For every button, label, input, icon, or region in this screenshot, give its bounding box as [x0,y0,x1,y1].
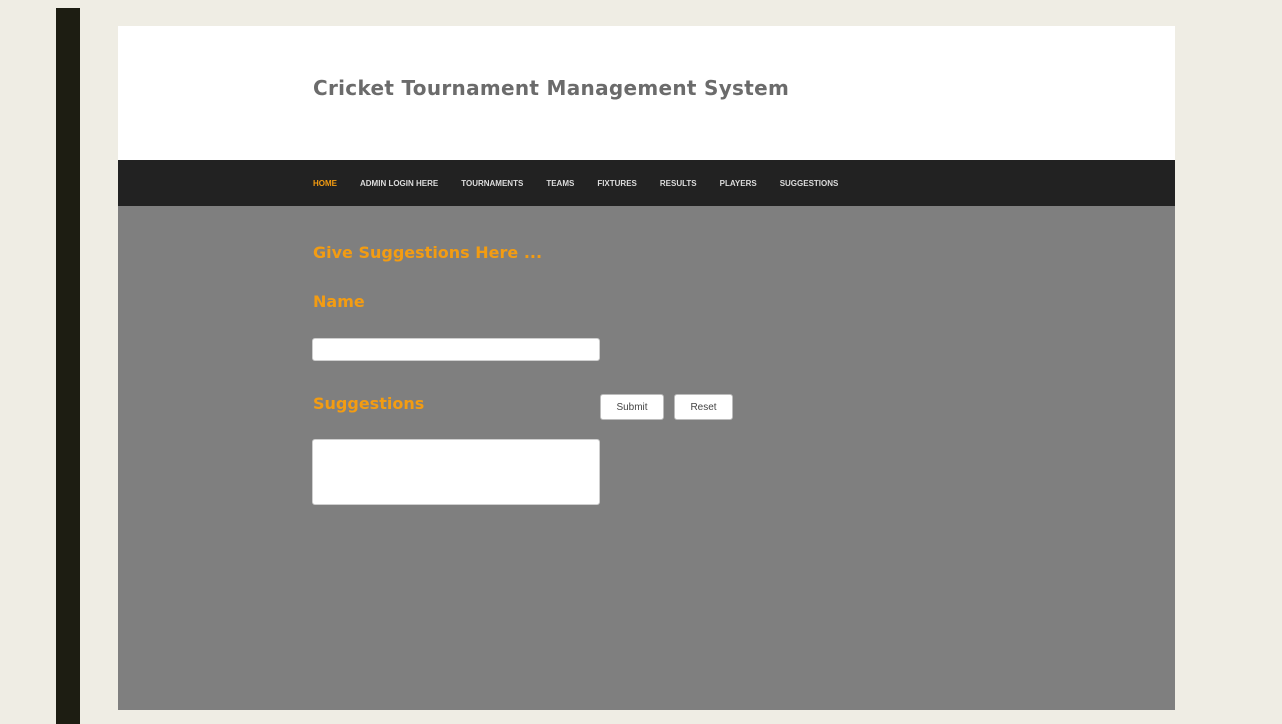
reset-button[interactable]: Reset [674,394,733,420]
main-nav: HOME ADMIN LOGIN HERE TOURNAMENTS TEAMS … [118,160,1175,206]
name-input[interactable] [312,338,600,361]
nav-item-teams[interactable]: TEAMS [546,179,574,188]
nav-list: HOME ADMIN LOGIN HERE TOURNAMENTS TEAMS … [313,160,861,206]
name-label: Name [313,292,365,311]
submit-button[interactable]: Submit [600,394,664,420]
suggestions-textarea[interactable] [312,439,600,505]
suggestions-label: Suggestions [313,394,425,413]
left-decorative-bar [56,8,80,724]
nav-item-suggestions[interactable]: SUGGESTIONS [780,179,839,188]
site-title: Cricket Tournament Management System [313,76,790,100]
suggestions-form-heading: Give Suggestions Here ... [313,243,543,262]
site-header: Cricket Tournament Management System [118,26,1175,160]
nav-item-admin-login[interactable]: ADMIN LOGIN HERE [360,179,438,188]
nav-item-fixtures[interactable]: FIXTURES [597,179,637,188]
nav-item-results[interactable]: RESULTS [660,179,697,188]
nav-item-tournaments[interactable]: TOURNAMENTS [461,179,523,188]
page-container: Cricket Tournament Management System HOM… [118,26,1175,710]
nav-item-players[interactable]: PLAYERS [720,179,757,188]
nav-item-home[interactable]: HOME [313,179,337,188]
